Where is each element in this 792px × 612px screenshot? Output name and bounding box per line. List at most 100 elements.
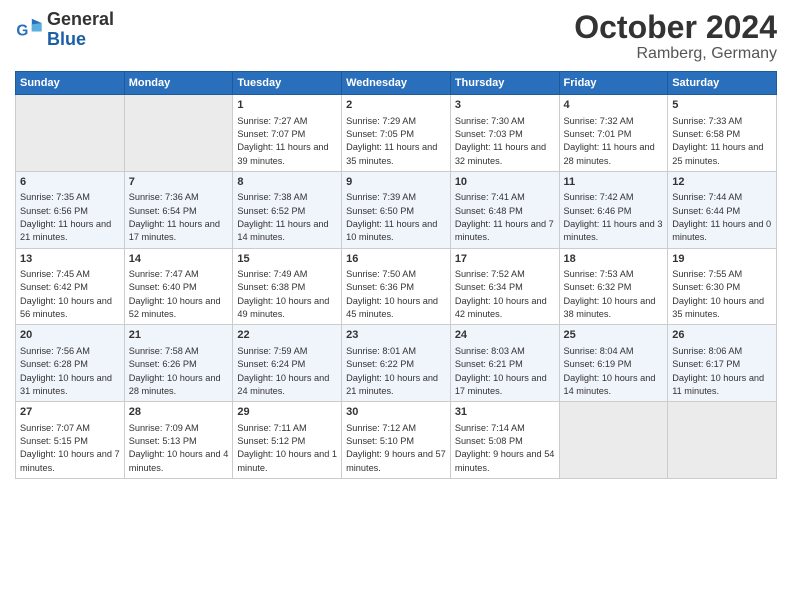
- calendar-cell: 11Sunrise: 7:42 AM Sunset: 6:46 PM Dayli…: [559, 171, 668, 248]
- calendar-table: SundayMondayTuesdayWednesdayThursdayFrid…: [15, 71, 777, 479]
- day-number: 7: [129, 175, 229, 190]
- calendar-cell: 1Sunrise: 7:27 AM Sunset: 7:07 PM Daylig…: [233, 95, 342, 172]
- title-block: October 2024 Ramberg, Germany: [574, 10, 777, 63]
- day-detail: Sunrise: 7:44 AM Sunset: 6:44 PM Dayligh…: [672, 192, 771, 242]
- day-detail: Sunrise: 7:59 AM Sunset: 6:24 PM Dayligh…: [237, 346, 329, 396]
- calendar-cell: 26Sunrise: 8:06 AM Sunset: 6:17 PM Dayli…: [668, 325, 777, 402]
- day-header-thursday: Thursday: [450, 72, 559, 95]
- calendar-cell: 29 Sunrise: 7:11 AM Sunset: 5:12 PM Dayli…: [233, 402, 342, 479]
- calendar-cell: 31 Sunrise: 7:14 AM Sunset: 5:08 PM Dayli…: [450, 402, 559, 479]
- location: Ramberg, Germany: [574, 45, 777, 63]
- day-header-wednesday: Wednesday: [342, 72, 451, 95]
- day-number: 21: [129, 328, 229, 343]
- day-detail: Sunrise: 7:55 AM Sunset: 6:30 PM Dayligh…: [672, 269, 764, 319]
- day-detail: Sunrise: 7:35 AM Sunset: 6:56 PM Dayligh…: [20, 192, 111, 242]
- calendar-cell: 13 Sunrise: 7:45 AM Sunset: 6:42 PM Dayli…: [16, 248, 125, 325]
- day-number: 8: [237, 175, 337, 190]
- calendar-cell: 17Sunrise: 7:52 AM Sunset: 6:34 PM Dayli…: [450, 248, 559, 325]
- day-detail: Sunrise: 7:50 AM Sunset: 6:36 PM Dayligh…: [346, 269, 438, 319]
- day-number: 22: [237, 328, 337, 343]
- calendar-cell: 12Sunrise: 7:44 AM Sunset: 6:44 PM Dayli…: [668, 171, 777, 248]
- day-number: 3: [455, 98, 555, 113]
- calendar-cell: 27Sunrise: 7:07 AM Sunset: 5:15 PM Dayli…: [16, 402, 125, 479]
- calendar-cell: [124, 95, 233, 172]
- day-number: 4: [564, 98, 664, 113]
- calendar-cell: 20Sunrise: 7:56 AM Sunset: 6:28 PM Dayli…: [16, 325, 125, 402]
- day-number: 18: [564, 252, 664, 267]
- page-header: G General Blue October 2024 Ramberg, Ger…: [15, 10, 777, 63]
- calendar-cell: 5Sunrise: 7:33 AM Sunset: 6:58 PM Daylig…: [668, 95, 777, 172]
- day-detail: Sunrise: 7:42 AM Sunset: 6:46 PM Dayligh…: [564, 192, 663, 242]
- day-number: 13: [20, 252, 120, 267]
- calendar-cell: [559, 402, 668, 479]
- calendar-cell: 16 Sunrise: 7:50 AM Sunset: 6:36 PM Dayli…: [342, 248, 451, 325]
- day-detail: Sunrise: 8:03 AM Sunset: 6:21 PM Dayligh…: [455, 346, 547, 396]
- day-detail: Sunrise: 8:06 AM Sunset: 6:17 PM Dayligh…: [672, 346, 764, 396]
- day-number: 2: [346, 98, 446, 113]
- calendar-cell: 28 Sunrise: 7:09 AM Sunset: 5:13 PM Dayli…: [124, 402, 233, 479]
- day-number: 23: [346, 328, 446, 343]
- calendar-cell: 19 Sunrise: 7:55 AM Sunset: 6:30 PM Dayli…: [668, 248, 777, 325]
- day-header-tuesday: Tuesday: [233, 72, 342, 95]
- day-number: 19: [672, 252, 772, 267]
- calendar-cell: 14Sunrise: 7:47 AM Sunset: 6:40 PM Dayli…: [124, 248, 233, 325]
- day-header-friday: Friday: [559, 72, 668, 95]
- day-number: 31: [455, 405, 555, 420]
- day-number: 6: [20, 175, 120, 190]
- day-number: 25: [564, 328, 664, 343]
- calendar-cell: 21 Sunrise: 7:58 AM Sunset: 6:26 PM Dayli…: [124, 325, 233, 402]
- day-header-saturday: Saturday: [668, 72, 777, 95]
- calendar-cell: 25Sunrise: 8:04 AM Sunset: 6:19 PM Dayli…: [559, 325, 668, 402]
- day-detail: Sunrise: 7:11 AM Sunset: 5:12 PM Dayligh…: [237, 423, 337, 473]
- svg-text:G: G: [16, 22, 28, 39]
- day-number: 27: [20, 405, 120, 420]
- day-detail: Sunrise: 7:58 AM Sunset: 6:26 PM Dayligh…: [129, 346, 221, 396]
- day-detail: Sunrise: 7:30 AM Sunset: 7:03 PM Dayligh…: [455, 116, 546, 166]
- day-detail: Sunrise: 7:39 AM Sunset: 6:50 PM Dayligh…: [346, 192, 437, 242]
- calendar-cell: 4 Sunrise: 7:32 AM Sunset: 7:01 PM Daylig…: [559, 95, 668, 172]
- day-detail: Sunrise: 7:09 AM Sunset: 5:13 PM Dayligh…: [129, 423, 229, 473]
- day-detail: Sunrise: 7:49 AM Sunset: 6:38 PM Dayligh…: [237, 269, 329, 319]
- day-number: 10: [455, 175, 555, 190]
- week-row-1: 1Sunrise: 7:27 AM Sunset: 7:07 PM Daylig…: [16, 95, 777, 172]
- day-detail: Sunrise: 7:41 AM Sunset: 6:48 PM Dayligh…: [455, 192, 554, 242]
- week-row-5: 27Sunrise: 7:07 AM Sunset: 5:15 PM Dayli…: [16, 402, 777, 479]
- day-number: 16: [346, 252, 446, 267]
- logo: G General Blue: [15, 10, 114, 50]
- logo-general: General: [47, 9, 114, 29]
- day-detail: Sunrise: 7:45 AM Sunset: 6:42 PM Dayligh…: [20, 269, 112, 319]
- day-number: 9: [346, 175, 446, 190]
- day-detail: Sunrise: 7:12 AM Sunset: 5:10 PM Dayligh…: [346, 423, 446, 473]
- month-title: October 2024: [574, 10, 777, 45]
- day-detail: Sunrise: 7:36 AM Sunset: 6:54 PM Dayligh…: [129, 192, 220, 242]
- day-number: 15: [237, 252, 337, 267]
- calendar-cell: 6 Sunrise: 7:35 AM Sunset: 6:56 PM Daylig…: [16, 171, 125, 248]
- calendar-cell: 3 Sunrise: 7:30 AM Sunset: 7:03 PM Daylig…: [450, 95, 559, 172]
- day-number: 30: [346, 405, 446, 420]
- calendar-cell: 7 Sunrise: 7:36 AM Sunset: 6:54 PM Daylig…: [124, 171, 233, 248]
- week-row-4: 20Sunrise: 7:56 AM Sunset: 6:28 PM Dayli…: [16, 325, 777, 402]
- day-number: 28: [129, 405, 229, 420]
- calendar-cell: 18Sunrise: 7:53 AM Sunset: 6:32 PM Dayli…: [559, 248, 668, 325]
- day-number: 29: [237, 405, 337, 420]
- calendar-cell: 10 Sunrise: 7:41 AM Sunset: 6:48 PM Dayli…: [450, 171, 559, 248]
- calendar-cell: [668, 402, 777, 479]
- day-detail: Sunrise: 7:14 AM Sunset: 5:08 PM Dayligh…: [455, 423, 555, 473]
- calendar-cell: 24Sunrise: 8:03 AM Sunset: 6:21 PM Dayli…: [450, 325, 559, 402]
- calendar-cell: 23 Sunrise: 8:01 AM Sunset: 6:22 PM Dayli…: [342, 325, 451, 402]
- week-row-3: 13 Sunrise: 7:45 AM Sunset: 6:42 PM Dayli…: [16, 248, 777, 325]
- calendar-cell: 15 Sunrise: 7:49 AM Sunset: 6:38 PM Dayli…: [233, 248, 342, 325]
- day-number: 20: [20, 328, 120, 343]
- calendar-cell: 2Sunrise: 7:29 AM Sunset: 7:05 PM Daylig…: [342, 95, 451, 172]
- day-detail: Sunrise: 8:01 AM Sunset: 6:22 PM Dayligh…: [346, 346, 438, 396]
- calendar-cell: 8Sunrise: 7:38 AM Sunset: 6:52 PM Daylig…: [233, 171, 342, 248]
- day-detail: Sunrise: 7:32 AM Sunset: 7:01 PM Dayligh…: [564, 116, 655, 166]
- week-row-2: 6 Sunrise: 7:35 AM Sunset: 6:56 PM Daylig…: [16, 171, 777, 248]
- day-detail: Sunrise: 7:52 AM Sunset: 6:34 PM Dayligh…: [455, 269, 547, 319]
- calendar-cell: [16, 95, 125, 172]
- day-detail: Sunrise: 7:33 AM Sunset: 6:58 PM Dayligh…: [672, 116, 763, 166]
- logo-icon: G: [15, 16, 43, 44]
- day-detail: Sunrise: 7:47 AM Sunset: 6:40 PM Dayligh…: [129, 269, 221, 319]
- calendar-page: G General Blue October 2024 Ramberg, Ger…: [0, 0, 792, 612]
- day-detail: Sunrise: 7:27 AM Sunset: 7:07 PM Dayligh…: [237, 116, 328, 166]
